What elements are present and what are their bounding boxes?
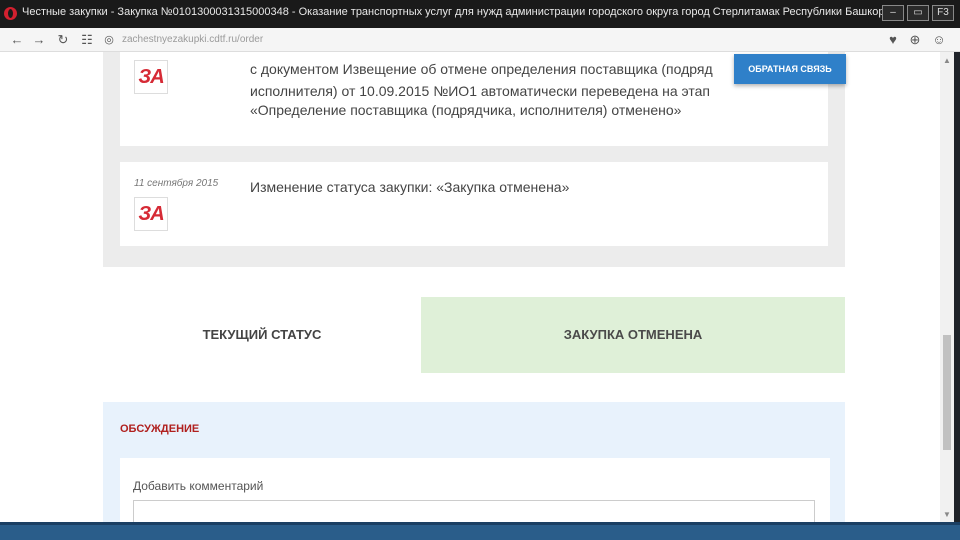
scroll-down-icon[interactable]: ▼ [943, 510, 951, 519]
za-logo: ЗА [134, 197, 168, 231]
account-icon[interactable]: ☺ [930, 31, 948, 49]
discussion-section: ОБСУЖДЕНИЕ Добавить комментарий [103, 402, 845, 522]
event-text-line: «Определение поставщика (подрядчика, исп… [250, 102, 682, 118]
status-label: ТЕКУЩИЙ СТАТУС [103, 297, 421, 373]
restore-button[interactable]: ▭ [907, 5, 929, 21]
heart-icon[interactable]: ♥ [884, 31, 902, 49]
browser-toolbar: ← → ↻ ☷ ◎ zachestnyezakupki.cdtf.ru/orde… [0, 28, 960, 52]
status-row: ТЕКУЩИЙ СТАТУС ЗАКУПКА ОТМЕНЕНА [103, 297, 845, 373]
comment-input[interactable] [133, 500, 815, 522]
taskbar-stripe [0, 522, 960, 525]
vertical-scrollbar[interactable]: ▲ ▼ [940, 52, 954, 522]
secure-icon[interactable]: ◎ [100, 31, 118, 49]
event-card: 11 сентября 2015 ЗА Изменение статуса за… [120, 162, 828, 246]
opera-logo-icon [4, 7, 17, 20]
window-border [954, 52, 960, 522]
forward-icon[interactable]: → [30, 31, 48, 49]
status-value: ЗАКУПКА ОТМЕНЕНА [421, 297, 845, 373]
download-icon[interactable]: ⊕ [906, 31, 924, 49]
scroll-up-icon[interactable]: ▲ [943, 56, 951, 65]
comment-label: Добавить комментарий [133, 479, 264, 493]
event-card: ЗА с документом Извещение об отмене опре… [120, 52, 828, 146]
discussion-title: ОБСУЖДЕНИЕ [120, 423, 200, 435]
page-viewport: ЗА с документом Извещение об отмене опре… [0, 52, 940, 522]
window-title: Честные закупки - Закупка №0101300031315… [22, 6, 882, 18]
taskbar-strip [0, 522, 960, 540]
comment-form: Добавить комментарий [120, 458, 830, 522]
minimize-button[interactable]: – [882, 5, 904, 21]
address-bar[interactable]: zachestnyezakupki.cdtf.ru/order [122, 34, 263, 45]
za-logo: ЗА [134, 60, 168, 94]
feedback-button[interactable]: ОБРАТНАЯ СВЯЗЬ [734, 54, 846, 84]
window-titlebar: Честные закупки - Закупка №0101300031315… [0, 0, 960, 28]
scrollbar-thumb[interactable] [943, 335, 951, 450]
reload-icon[interactable]: ↻ [54, 31, 72, 49]
close-button[interactable]: F3 [932, 5, 954, 21]
event-text-line: с документом Извещение об отмене определ… [250, 61, 713, 77]
event-text: Изменение статуса закупки: «Закупка отме… [250, 179, 570, 195]
back-icon[interactable]: ← [8, 31, 26, 49]
event-date: 11 сентября 2015 [134, 178, 219, 189]
speed-dial-icon[interactable]: ☷ [78, 31, 96, 49]
